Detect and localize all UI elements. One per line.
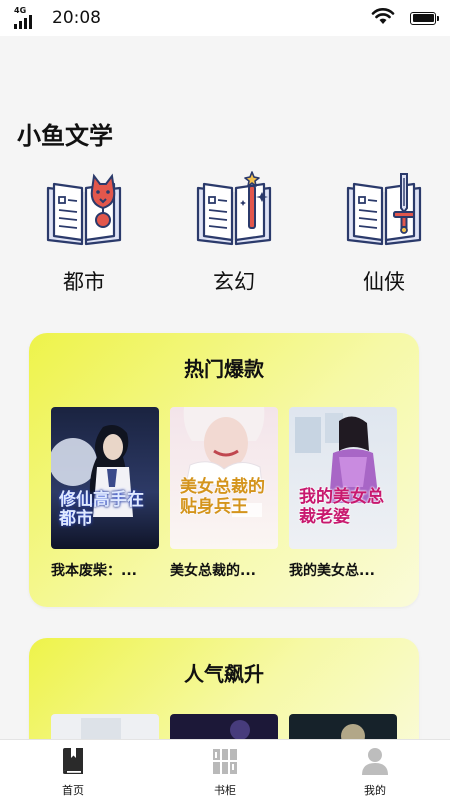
book-dog-icon <box>44 170 124 250</box>
category-label: 玄幻 <box>213 270 255 294</box>
wifi-icon <box>370 6 396 30</box>
book-title: 我的美女总... <box>289 563 375 579</box>
book-card[interactable]: 我的美女总裁老婆 我的美女总... <box>289 407 397 580</box>
book-home-icon <box>58 746 88 776</box>
section-title: 热门爆款 <box>184 357 264 381</box>
network-type: 4G <box>14 6 27 15</box>
cover-title-text: 修仙高手在都市 <box>59 490 144 529</box>
book-wand-icon <box>194 170 274 250</box>
cover-title-text: 我的美女总裁老婆 <box>299 487 384 527</box>
battery-fill <box>412 14 434 22</box>
category-xuanhuan[interactable]: 玄幻 <box>184 170 284 296</box>
category-dushi[interactable]: 都市 <box>34 170 134 296</box>
tab-bookshelf[interactable]: 书柜 <box>185 746 265 798</box>
tab-bar: 首页 书柜 我的 <box>0 739 450 800</box>
tab-label: 首页 <box>62 784 84 797</box>
tab-label: 书柜 <box>214 784 236 797</box>
tab-label: 我的 <box>364 784 386 797</box>
cellular-signal-icon: 4G <box>14 7 40 29</box>
status-bar: 4G 20:08 <box>0 0 450 36</box>
category-label: 都市 <box>63 270 105 294</box>
section-title: 人气飙升 <box>184 662 264 686</box>
book-card[interactable]: 美女总裁的贴身兵王 美女总裁的... <box>170 407 278 580</box>
book-cover: 修仙高手在都市 <box>51 407 159 549</box>
status-time: 20:08 <box>52 8 101 28</box>
battery-icon <box>410 11 439 25</box>
profile-icon <box>360 746 390 776</box>
book-cover: 美女总裁的贴身兵王 <box>170 407 278 549</box>
book-card[interactable]: 修仙高手在都市 我本废柴：... <box>51 407 159 580</box>
section-hot: 热门爆款 修仙高手在都市 我本废柴：... 美女总裁的贴身兵王 美女总裁的...… <box>29 333 419 607</box>
category-label: 仙侠 <box>363 270 405 294</box>
book-title: 美女总裁的... <box>170 563 256 579</box>
cover-title-text: 美女总裁的贴身兵王 <box>180 477 265 517</box>
category-xianxia[interactable]: 仙侠 <box>334 170 434 296</box>
status-right <box>370 6 439 30</box>
tab-home[interactable]: 首页 <box>33 746 113 798</box>
book-cover: 我的美女总裁老婆 <box>289 407 397 549</box>
bookshelf-icon <box>210 746 240 776</box>
book-title: 我本废柴：... <box>51 563 137 579</box>
tab-mine[interactable]: 我的 <box>335 746 415 798</box>
app-title: 小鱼文学 <box>17 122 113 150</box>
status-left: 4G 20:08 <box>14 7 101 29</box>
book-sword-icon <box>344 170 424 250</box>
category-row: 都市 玄幻 仙侠 <box>0 170 450 300</box>
